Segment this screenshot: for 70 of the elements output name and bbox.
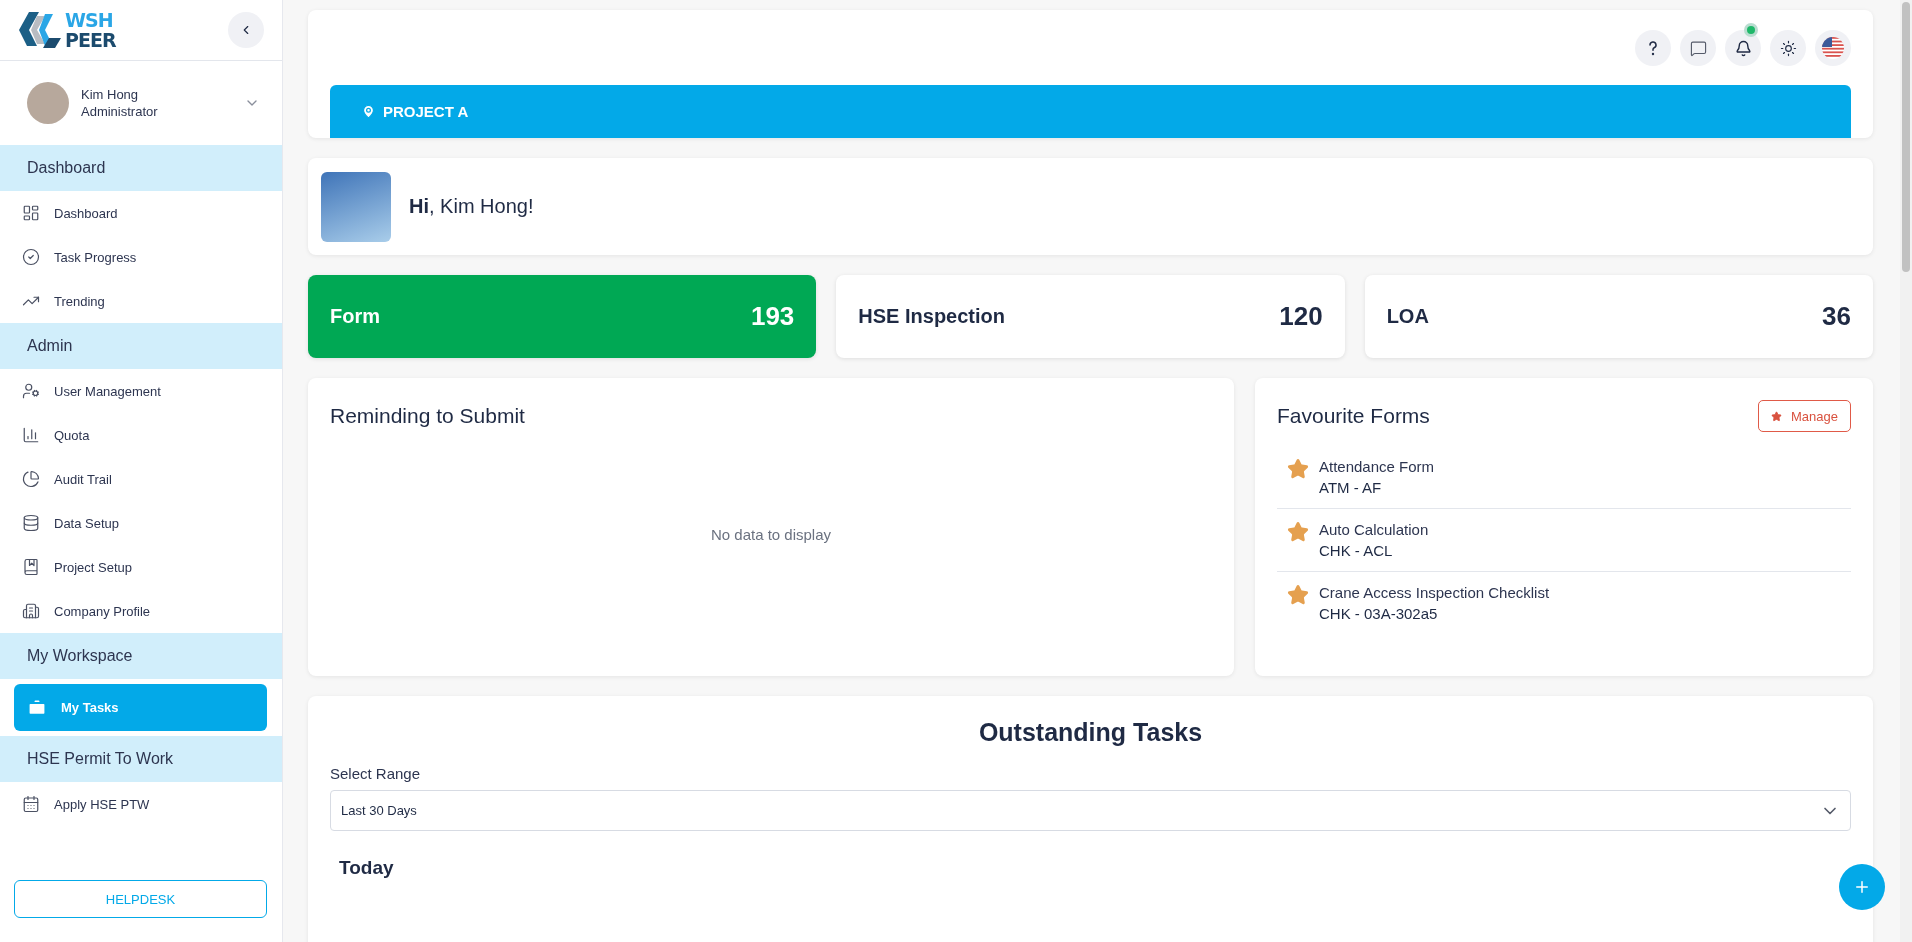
user-gear-icon <box>22 382 40 400</box>
sidebar-section-header: HSE Permit To Work <box>0 736 282 782</box>
favourite-form-code: CHK - ACL <box>1319 542 1394 559</box>
stat-card[interactable]: HSE Inspection 120 <box>836 275 1345 358</box>
card-title: Favourite Forms <box>1277 404 1430 428</box>
user-avatar <box>27 82 69 124</box>
stat-label: LOA <box>1386 305 1429 328</box>
range-select[interactable]: Last 30 Days <box>330 790 1851 831</box>
message-icon <box>1689 39 1707 57</box>
messages-button[interactable] <box>1680 30 1716 66</box>
favourite-form-name[interactable]: Auto Calculation <box>1319 521 1429 538</box>
sidebar-item[interactable]: Company Profile <box>0 589 282 633</box>
field-label: Select Range <box>330 765 422 782</box>
stat-label: Form <box>330 305 380 328</box>
manage-button[interactable]: Manage <box>1758 400 1851 432</box>
language-button[interactable] <box>1815 30 1851 66</box>
user-role: Administrator <box>81 104 159 119</box>
favourite-form-code: CHK - 03A-302a5 <box>1319 605 1439 622</box>
favourite-form-name[interactable]: Attendance Form <box>1319 458 1435 475</box>
stat-card[interactable]: LOA 36 <box>1364 275 1873 358</box>
sun-icon <box>1779 39 1797 57</box>
stat-value: 36 <box>1822 301 1851 332</box>
sidebar-item[interactable]: Data Setup <box>0 501 282 545</box>
project-name: PROJECT A <box>383 103 469 120</box>
flag-icon <box>1822 37 1844 59</box>
pie-chart-icon <box>22 470 40 488</box>
theme-button[interactable] <box>1770 30 1806 66</box>
sidebar-item[interactable]: Trending <box>0 279 282 323</box>
favourite-form-code: ATM - AF <box>1319 479 1383 496</box>
briefcase-icon <box>27 697 47 718</box>
grid-icon <box>22 204 40 222</box>
building-icon <box>22 602 40 620</box>
logo-text: WSH <box>65 10 114 30</box>
calendar-icon <box>22 795 40 813</box>
help-button[interactable] <box>1635 30 1671 66</box>
book-icon <box>22 558 40 576</box>
star-icon <box>1287 458 1309 480</box>
photo-placeholder <box>321 171 391 242</box>
user-name: Kim Hong <box>81 87 140 102</box>
sidebar-section-header: Admin <box>0 323 282 369</box>
scrollbar[interactable] <box>1900 0 1912 942</box>
bell-icon <box>1734 39 1752 57</box>
sidebar-section-header: My Workspace <box>0 633 282 679</box>
empty-message: No data to display <box>710 525 832 543</box>
card-title: Reminding to Submit <box>330 404 525 428</box>
check-circle-icon <box>22 248 40 266</box>
star-icon <box>1287 584 1309 606</box>
sidebar-section-header: Dashboard <box>0 145 282 191</box>
stat-value: 120 <box>1279 301 1323 332</box>
star-icon <box>1771 410 1782 422</box>
sidebar-item[interactable]: Quota <box>0 413 282 457</box>
favourite-form-name[interactable]: Crane Access Inspection Checklist <box>1319 584 1550 601</box>
sidebar-item[interactable]: Apply HSE PTW <box>0 782 282 826</box>
star-icon <box>1287 521 1309 543</box>
sidebar-item[interactable]: Task Progress <box>0 235 282 279</box>
card-title: Outstanding Tasks <box>977 718 1204 747</box>
sidebar-item[interactable]: User Management <box>0 369 282 413</box>
logo-text: PEER <box>65 30 116 50</box>
sidebar-item[interactable]: Audit Trail <box>0 457 282 501</box>
stat-value: 193 <box>750 301 795 332</box>
stat-label: HSE Inspection <box>858 305 1006 328</box>
database-icon <box>22 514 40 532</box>
sidebar-item[interactable]: Dashboard <box>0 191 282 235</box>
sidebar-item[interactable]: Project Setup <box>0 545 282 589</box>
plus-icon <box>1853 878 1871 896</box>
section-heading: Today <box>339 857 395 879</box>
map-pin-icon <box>361 104 376 119</box>
greeting-text: Hi, Kim Hong! <box>409 195 534 218</box>
bar-chart-icon <box>22 426 40 444</box>
logo-mark-icon <box>19 10 61 50</box>
